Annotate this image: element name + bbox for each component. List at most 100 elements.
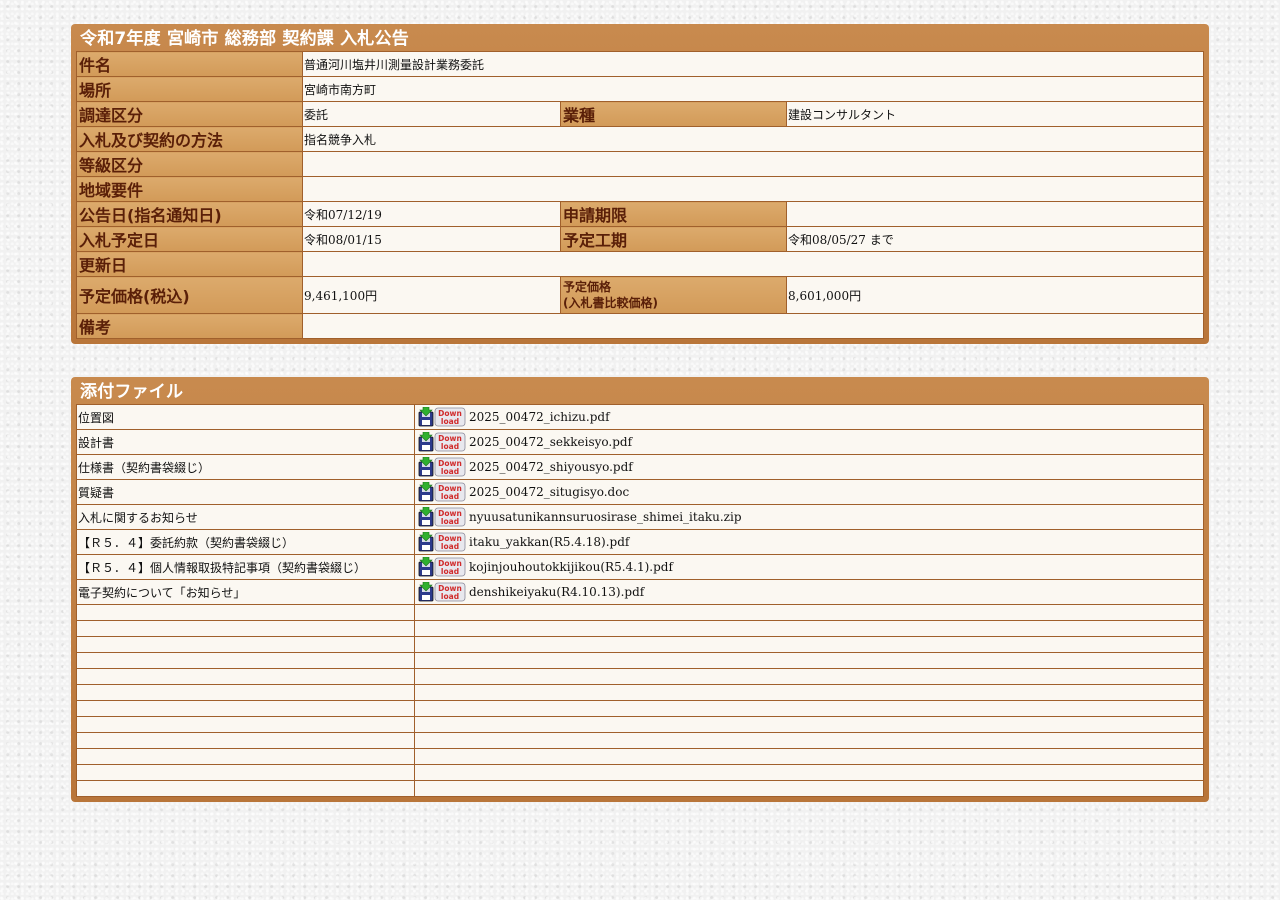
deadline-value [786,201,1204,227]
attachment-file-link[interactable]: 2025_00472_sekkeisyo.pdf [469,435,632,449]
region-value [302,176,1204,202]
attachment-file-link[interactable]: denshikeiyaku(R4.10.13).pdf [469,585,644,599]
row-method: 入札及び契約の方法 指名競争入札 [76,126,1204,152]
row-updated: 更新日 [76,251,1204,277]
updated-label: 更新日 [76,251,303,277]
empty-cell [414,716,1204,733]
empty-row [76,652,1204,669]
empty-row [76,732,1204,749]
attachments-body: 位置図 Down load 2025_00472_ichizu.pdf 設計書 Down l… [76,404,1204,797]
empty-cell [414,684,1204,701]
attachment-file: Down load kojinjouhoutokkijikou(R5.4.1).pd… [414,554,1204,580]
download-icon[interactable]: Down load [418,506,466,527]
empty-row [76,668,1204,685]
empty-row [76,748,1204,765]
row-subject: 件名 普通河川塩井川測量設計業務委託 [76,51,1204,77]
download-icon[interactable]: Down load [418,531,466,552]
download-icon[interactable]: Down load [418,481,466,502]
grade-label: 等級区分 [76,151,303,177]
bid-notice-title: 令和7年度 宮崎市 総務部 契約課 入札公告 [80,29,409,49]
svg-text:load: load [441,442,459,451]
method-value: 指名競争入札 [302,126,1204,152]
attachment-row: 仕様書（契約書袋綴じ） Down load 2025_00472_shiyousyo.… [76,454,1204,480]
industry-value: 建設コンサルタント [786,101,1204,127]
svg-text:load: load [441,567,459,576]
attachment-file-link[interactable]: 2025_00472_ichizu.pdf [469,410,610,424]
attachment-name: 質疑書 [76,479,415,505]
announce-value: 令和07/12/19 [302,201,561,227]
attachment-name: 【Ｒ５．４】委託約款（契約書袋綴じ） [76,529,415,555]
bid-date-label: 入札予定日 [76,226,303,252]
empty-cell [414,780,1204,797]
empty-cell [76,700,415,717]
compare-price-value: 8,601,000円 [786,276,1204,314]
row-bid-date: 入札予定日 令和08/01/15 予定工期 令和08/05/27 まで [76,226,1204,252]
row-announce: 公告日(指名通知日) 令和07/12/19 申請期限 [76,201,1204,227]
procurement-label: 調達区分 [76,101,303,127]
attachment-file-link[interactable]: nyuusatunikannsuruosirase_shimei_itaku.z… [469,510,742,524]
announce-label: 公告日(指名通知日) [76,201,303,227]
empty-cell [76,652,415,669]
download-icon[interactable]: Down load [418,456,466,477]
attachment-row: 【Ｒ５．４】委託約款（契約書袋綴じ） Down load itaku_yakkan(R… [76,529,1204,555]
svg-text:load: load [441,517,459,526]
attachment-file: Down load denshikeiyaku(R4.10.13).pdf [414,579,1204,605]
empty-cell [76,780,415,797]
empty-row [76,716,1204,733]
empty-cell [76,636,415,653]
attachment-file: Down load itaku_yakkan(R5.4.18).pdf [414,529,1204,555]
empty-row [76,620,1204,637]
empty-row [76,684,1204,701]
row-notes: 備考 [76,313,1204,339]
attachment-file-link[interactable]: itaku_yakkan(R5.4.18).pdf [469,535,629,549]
empty-cell [414,764,1204,781]
attachment-file-link[interactable]: 2025_00472_situgisyo.doc [469,485,629,499]
attachment-row: 電子契約について「お知らせ」 Down load denshikeiyaku(R4.1… [76,579,1204,605]
row-location: 場所 宮崎市南方町 [76,76,1204,102]
price-label: 予定価格(税込) [76,276,303,314]
attachments-panel: 添付ファイル 位置図 Down load 2025_00472_ichizu.pdf 設… [71,377,1209,802]
attachment-name: 【Ｒ５．４】個人情報取扱特記事項（契約書袋綴じ） [76,554,415,580]
attachment-file: Down load 2025_00472_ichizu.pdf [414,404,1204,430]
method-label: 入札及び契約の方法 [76,126,303,152]
empty-row [76,700,1204,717]
subject-label: 件名 [76,51,303,77]
svg-text:load: load [441,592,459,601]
attachment-file-link[interactable]: 2025_00472_shiyousyo.pdf [469,460,633,474]
deadline-label: 申請期限 [560,201,787,227]
empty-row [76,764,1204,781]
region-label: 地域要件 [76,176,303,202]
empty-cell [414,732,1204,749]
empty-cell [76,732,415,749]
attachment-name: 電子契約について「お知らせ」 [76,579,415,605]
bid-notice-table: 件名 普通河川塩井川測量設計業務委託 場所 宮崎市南方町 調達区分 委託 業種 … [76,51,1204,339]
attachment-name: 設計書 [76,429,415,455]
attachment-file: Down load 2025_00472_sekkeisyo.pdf [414,429,1204,455]
attachment-name: 仕様書（契約書袋綴じ） [76,454,415,480]
svg-text:load: load [441,467,459,476]
location-value: 宮崎市南方町 [302,76,1204,102]
row-grade: 等級区分 [76,151,1204,177]
attachment-row: 設計書 Down load 2025_00472_sekkeisyo.pdf [76,429,1204,455]
download-icon[interactable]: Down load [418,431,466,452]
svg-text:load: load [441,492,459,501]
attachment-file-link[interactable]: kojinjouhoutokkijikou(R5.4.1).pdf [469,560,673,574]
empty-cell [414,620,1204,637]
price-value: 9,461,100円 [302,276,561,314]
download-icon[interactable]: Down load [418,581,466,602]
bid-notice-panel: 令和7年度 宮崎市 総務部 契約課 入札公告 件名 普通河川塩井川測量設計業務委… [71,24,1209,344]
attachments-table: 位置図 Down load 2025_00472_ichizu.pdf 設計書 Down l… [76,404,1204,797]
download-icon[interactable]: Down load [418,556,466,577]
svg-text:load: load [441,542,459,551]
compare-price-label-line2: (入札書比較価格) [563,296,658,310]
notes-value [302,313,1204,339]
empty-row [76,636,1204,653]
attachment-file: Down load 2025_00472_situgisyo.doc [414,479,1204,505]
attachment-file: Down load nyuusatunikannsuruosirase_shimei… [414,504,1204,530]
empty-cell [414,748,1204,765]
grade-value [302,151,1204,177]
subject-value: 普通河川塩井川測量設計業務委託 [302,51,1204,77]
attachment-file: Down load 2025_00472_shiyousyo.pdf [414,454,1204,480]
empty-cell [76,716,415,733]
download-icon[interactable]: Down load [418,406,466,427]
